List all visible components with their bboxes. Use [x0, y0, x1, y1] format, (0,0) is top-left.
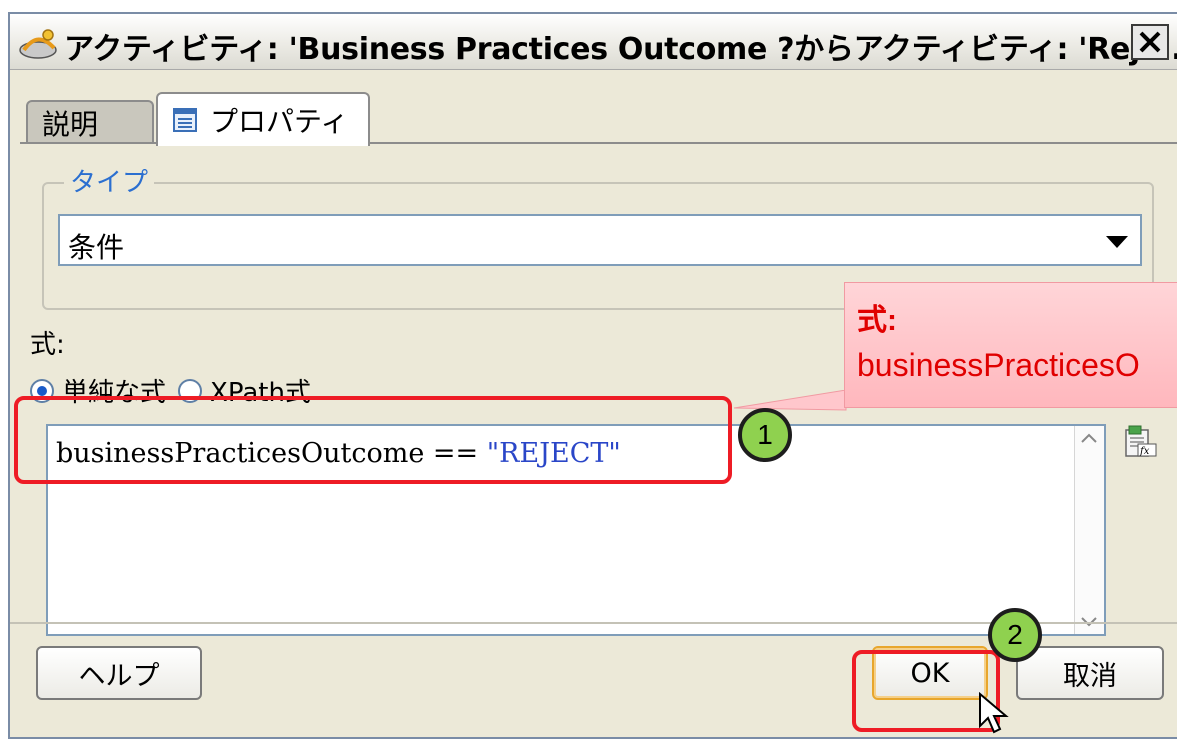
tab-label: プロパティ	[210, 105, 349, 138]
chevron-up-icon	[1081, 433, 1097, 443]
mouse-cursor-icon	[979, 692, 1009, 734]
tab-description[interactable]: 説明	[26, 100, 154, 144]
expression-label: 式:	[30, 330, 65, 360]
expression-builder-icon[interactable]: fx	[1124, 424, 1158, 458]
type-group-label: タイプ	[64, 162, 155, 199]
tab-label: 説明	[42, 108, 99, 141]
close-button[interactable]	[1131, 24, 1169, 60]
vertical-scrollbar[interactable]	[1074, 426, 1104, 634]
tab-properties[interactable]: プロパティ	[156, 92, 370, 146]
step-marker-1: 1	[738, 408, 792, 462]
type-select-value: 条件	[68, 231, 125, 264]
svg-text:fx: fx	[1139, 446, 1150, 457]
expression-highlight	[14, 396, 732, 484]
callout-title: 式:	[857, 304, 897, 337]
step-marker-2: 2	[988, 608, 1042, 662]
title-bar[interactable]: アクティビティ: 'Business Practices Outcome ?から…	[10, 14, 1177, 70]
tab-strip: 説明 プロパティ	[20, 86, 1177, 146]
app-icon	[19, 29, 57, 59]
dialog-title: アクティビティ: 'Business Practices Outcome ?から…	[64, 32, 1177, 67]
chevron-down-icon	[1106, 236, 1128, 248]
callout-text: businessPracticesO	[857, 347, 1140, 383]
expression-callout: 式: businessPracticesO	[844, 282, 1177, 408]
close-icon	[1139, 31, 1161, 53]
cancel-button[interactable]: 取消	[1016, 646, 1164, 700]
help-button[interactable]: ヘルプ	[36, 646, 202, 700]
type-select[interactable]: 条件	[58, 214, 1142, 266]
properties-icon	[173, 108, 197, 132]
